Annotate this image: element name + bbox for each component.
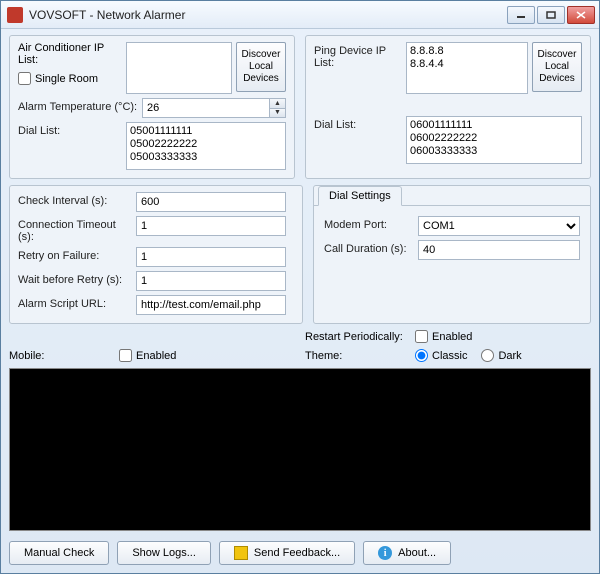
restart-enabled-input[interactable] [415,330,428,343]
conn-timeout-input[interactable] [136,216,286,236]
mobile-enabled-input[interactable] [119,349,132,362]
single-room-input[interactable] [18,72,31,85]
ping-ip-label: Ping Device IP List: [314,42,402,69]
info-icon: i [378,546,392,560]
alarm-temp-input[interactable] [142,98,286,118]
feedback-icon [234,546,248,560]
show-logs-label: Show Logs... [132,547,196,559]
single-room-label: Single Room [35,73,98,85]
tab-dial-settings[interactable]: Dial Settings [318,186,402,206]
discover-local-ac-button[interactable]: Discover Local Devices [236,42,286,92]
manual-check-button[interactable]: Manual Check [9,541,109,565]
modem-port-select[interactable]: COM1 [418,216,580,236]
settings-panel: Check Interval (s): Connection Timeout (… [9,185,303,324]
about-label: About... [398,547,436,559]
theme-classic-label: Classic [432,350,467,362]
button-bar: Manual Check Show Logs... Send Feedback.… [9,537,591,565]
close-icon [576,11,586,19]
minimize-icon [516,11,526,19]
theme-dark-input[interactable] [481,349,494,362]
restart-enabled-checkbox[interactable]: Enabled [415,330,472,343]
minimize-button[interactable] [507,6,535,24]
modem-port-label: Modem Port: [324,216,414,231]
about-button[interactable]: i About... [363,541,451,565]
script-url-label: Alarm Script URL: [18,295,132,310]
retry-label: Retry on Failure: [18,247,132,262]
maximize-button[interactable] [537,6,565,24]
options-row: Restart Periodically: Enabled [9,330,591,343]
ping-panel: Ping Device IP List: 8.8.8.8 8.8.4.4 Dis… [305,35,591,179]
theme-classic-input[interactable] [415,349,428,362]
conn-timeout-label: Connection Timeout (s): [18,216,132,243]
wait-retry-input[interactable] [136,271,286,291]
window-title: VOVSOFT - Network Alarmer [29,8,507,22]
dial-list-right-textarea[interactable]: 06001111111 06002222222 06003333333 [406,116,582,164]
check-interval-label: Check Interval (s): [18,192,132,207]
theme-dark-label: Dark [498,350,521,362]
app-icon [7,7,23,23]
spin-down-icon[interactable]: ▼ [269,109,285,118]
show-logs-button[interactable]: Show Logs... [117,541,211,565]
restart-label: Restart Periodically: [305,331,415,343]
maximize-icon [546,11,556,19]
retry-input[interactable] [136,247,286,267]
ac-ip-textarea[interactable] [126,42,232,94]
check-interval-input[interactable] [136,192,286,212]
wait-retry-label: Wait before Retry (s): [18,271,132,286]
theme-classic-radio[interactable]: Classic [415,349,467,362]
send-feedback-label: Send Feedback... [254,547,340,559]
ping-ip-textarea[interactable]: 8.8.8.8 8.8.4.4 [406,42,528,94]
theme-label: Theme: [305,350,415,362]
mobile-label: Mobile: [9,350,119,362]
ac-panel: Air Conditioner IP List: Single Room Dis… [9,35,295,179]
options-row-2: Mobile: Enabled Theme: Classic Dark [9,349,591,362]
ac-ip-label: Air Conditioner IP List: [18,42,122,66]
dial-settings-tabset: Dial Settings Modem Port: COM1 Call Dura… [313,185,591,324]
dial-list-label-right: Dial List: [314,116,402,131]
call-duration-input[interactable] [418,240,580,260]
manual-check-label: Manual Check [24,547,94,559]
dial-list-left-textarea[interactable]: 05001111111 05002222222 05003333333 [126,122,286,170]
send-feedback-button[interactable]: Send Feedback... [219,541,355,565]
call-duration-label: Call Duration (s): [324,240,414,255]
single-room-checkbox[interactable]: Single Room [18,72,122,85]
script-url-input[interactable] [136,295,286,315]
mobile-enabled-label: Enabled [136,350,176,362]
alarm-temp-spinner[interactable]: ▲ ▼ [269,99,285,117]
discover-local-ping-button[interactable]: Discover Local Devices [532,42,582,92]
mobile-enabled-checkbox[interactable]: Enabled [119,349,176,362]
titlebar: VOVSOFT - Network Alarmer [1,1,599,29]
app-window: VOVSOFT - Network Alarmer Air Conditione… [0,0,600,574]
alarm-temp-label: Alarm Temperature (°C): [18,98,138,113]
spin-up-icon[interactable]: ▲ [269,99,285,109]
theme-dark-radio[interactable]: Dark [481,349,521,362]
close-button[interactable] [567,6,595,24]
log-console[interactable] [9,368,591,531]
restart-enabled-label: Enabled [432,331,472,343]
dial-list-label-left: Dial List: [18,122,122,137]
